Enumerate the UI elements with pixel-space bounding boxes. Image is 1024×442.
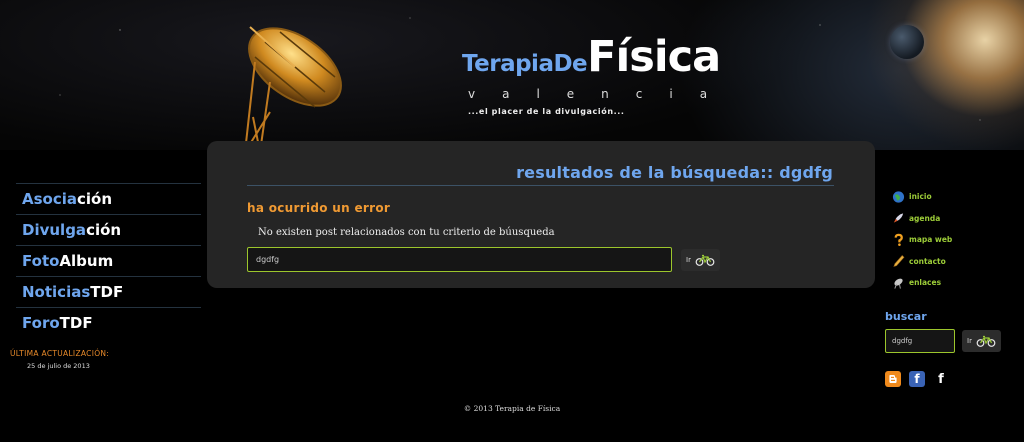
nav-label-part2: Album <box>59 252 114 270</box>
logo-text-fisica: Física <box>587 32 721 82</box>
facebook-icon: f <box>914 372 920 386</box>
logo-text-terapia: TerapiaDe <box>462 51 588 77</box>
error-message: No existen post relacionados con tu crit… <box>258 227 555 238</box>
nav-label-part2: ción <box>86 221 122 239</box>
nav-label-part1: Asocia <box>22 190 77 208</box>
satellite-icon <box>894 278 903 289</box>
nav-label-part1: Divulga <box>22 221 87 239</box>
rnav-label: agenda <box>909 213 941 223</box>
logo-tagline: ...el placer de la divulgación... <box>468 107 625 116</box>
page-title: resultados de la búsqueda:: dgdfg <box>516 163 833 182</box>
search-button-label: Ir <box>967 337 972 345</box>
pencil-icon <box>893 255 905 268</box>
logo-subtitle: valencia <box>468 87 735 101</box>
bicycle-icon <box>976 335 996 347</box>
blogger-icon <box>889 375 897 383</box>
rnav-item-inicio[interactable]: inicio <box>892 186 952 208</box>
nav-label-part2: TDF <box>59 314 93 332</box>
globe-icon <box>892 191 905 203</box>
main-search-button[interactable]: Ir <box>681 249 720 271</box>
question-icon <box>894 233 903 246</box>
rnav-item-agenda[interactable]: agenda <box>892 208 952 230</box>
nav-item-fotoalbum[interactable]: FotoAlbum <box>16 245 201 276</box>
rnav-item-enlaces[interactable]: enlaces <box>892 272 952 294</box>
planet-image <box>890 25 924 59</box>
facebook-link[interactable]: f <box>909 371 925 387</box>
search-results-panel: resultados de la búsqueda:: dgdfg ha ocu… <box>207 141 875 288</box>
nav-item-asociacion[interactable]: Asociación <box>16 183 201 214</box>
nav-label-part1: Noticias <box>22 283 91 301</box>
rnav-label: mapa web <box>909 235 953 245</box>
nav-item-noticiastdf[interactable]: NoticiasTDF <box>16 276 201 307</box>
satellite-dish-image <box>244 26 342 152</box>
rnav-item-mapa-web[interactable]: mapa web <box>892 229 952 251</box>
left-navigation: Asociación Divulgación FotoAlbum Noticia… <box>16 183 201 338</box>
bicycle-icon <box>695 254 715 266</box>
sidebar-search-input[interactable] <box>885 329 955 353</box>
rnav-label: enlaces <box>909 278 942 288</box>
title-divider <box>247 185 834 186</box>
rnav-label: inicio <box>909 192 932 202</box>
nav-item-divulgacion[interactable]: Divulgación <box>16 214 201 245</box>
nav-item-forotdf[interactable]: ForoTDF <box>16 307 201 338</box>
rnav-label: contacto <box>909 256 946 266</box>
nav-label-part2: ción <box>77 190 113 208</box>
last-update-label: ÚLTIMA ACTUALIZACIÓN: <box>10 349 110 358</box>
right-navigation: inicio agenda mapa web contacto enlaces <box>892 186 952 294</box>
nav-label-part2: TDF <box>90 283 124 301</box>
facebook-page-link[interactable]: f <box>933 371 949 387</box>
facebook-icon: f <box>938 371 944 387</box>
last-update-date: 25 de julio de 2013 <box>27 362 90 370</box>
blogger-link[interactable] <box>885 371 901 387</box>
search-button-label: Ir <box>686 256 691 264</box>
footer-copyright: © 2013 Terapia de Física <box>463 404 561 413</box>
rnav-item-contacto[interactable]: contacto <box>892 251 952 273</box>
rocket-icon <box>893 213 904 223</box>
nav-label-part1: Foro <box>22 314 60 332</box>
social-links: f f <box>885 371 949 387</box>
site-logo[interactable]: TerapiaDeFísica valencia ...el placer de… <box>462 32 762 122</box>
sidebar-search-title: buscar <box>885 310 927 323</box>
nav-label-part1: Foto <box>22 252 60 270</box>
sidebar-search-button[interactable]: Ir <box>962 330 1001 352</box>
main-search-input[interactable] <box>247 247 672 272</box>
error-heading: ha ocurrido un error <box>247 201 391 215</box>
